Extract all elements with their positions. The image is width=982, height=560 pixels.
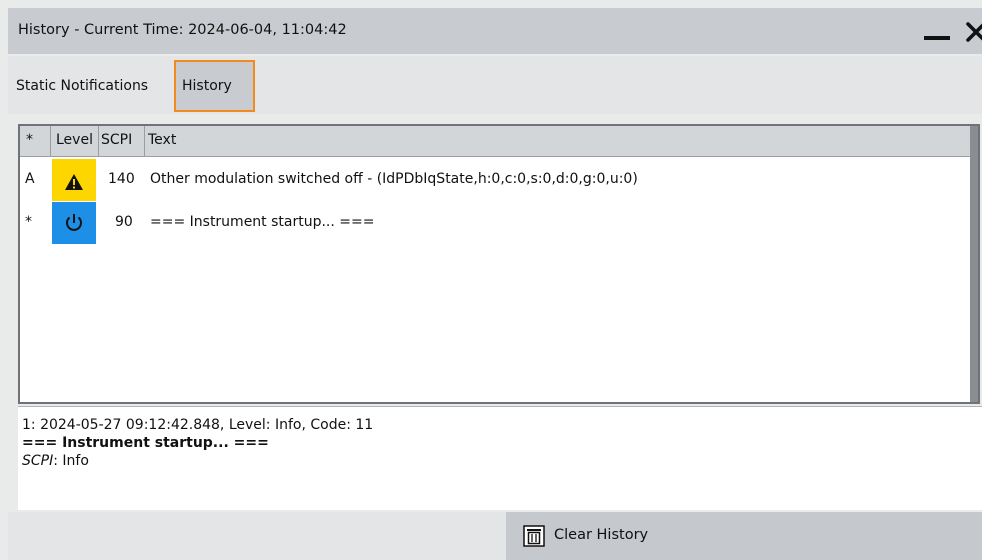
detail-message: === Instrument startup... === <box>22 435 269 451</box>
row-text: Other modulation switched off - (IdPDbIq… <box>150 171 638 187</box>
table-header: * Level SCPI Text <box>20 126 976 157</box>
detail-header: 1: 2024-05-27 09:12:42.848, Level: Info,… <box>22 417 374 433</box>
table-scrollbar[interactable] <box>970 126 978 402</box>
table-row[interactable]: A 140 Other modulation switched off - (I… <box>20 159 974 201</box>
detail-panel: 1: 2024-05-27 09:12:42.848, Level: Info,… <box>18 406 982 510</box>
trash-icon <box>523 525 545 547</box>
column-header-text[interactable]: Text <box>148 132 176 148</box>
close-icon[interactable] <box>964 20 982 44</box>
table-row[interactable]: * 90 === Instrument startup... === <box>20 202 974 244</box>
tab-bar: Static Notifications History <box>8 56 982 114</box>
row-text: === Instrument startup... === <box>150 214 375 230</box>
tab-history[interactable]: History <box>174 60 255 112</box>
row-scpi: 90 <box>115 214 133 230</box>
column-header-scpi[interactable]: SCPI <box>101 132 132 148</box>
level-warning-cell <box>52 159 96 201</box>
row-marker: * <box>25 214 32 230</box>
warning-triangle-icon <box>65 174 83 190</box>
detail-scpi-value: : Info <box>53 453 89 469</box>
detail-scpi: SCPI: Info <box>22 453 89 469</box>
row-scpi: 140 <box>108 171 135 187</box>
clear-history-label: Clear History <box>554 527 649 543</box>
column-header-marker[interactable]: * <box>26 132 33 148</box>
row-marker: A <box>25 171 35 187</box>
minimize-icon[interactable] <box>924 36 950 40</box>
history-table: * Level SCPI Text A 140 Other modulation… <box>18 124 980 404</box>
detail-scpi-label: SCPI <box>22 453 54 469</box>
tab-static-notifications[interactable]: Static Notifications <box>10 60 154 112</box>
level-info-cell <box>52 202 96 244</box>
title-bar: History - Current Time: 2024-06-04, 11:0… <box>8 8 982 54</box>
clear-history-button[interactable]: Clear History <box>506 512 982 560</box>
column-header-level[interactable]: Level <box>56 132 93 148</box>
power-icon <box>66 214 82 231</box>
window-title: History - Current Time: 2024-06-04, 11:0… <box>18 22 347 38</box>
